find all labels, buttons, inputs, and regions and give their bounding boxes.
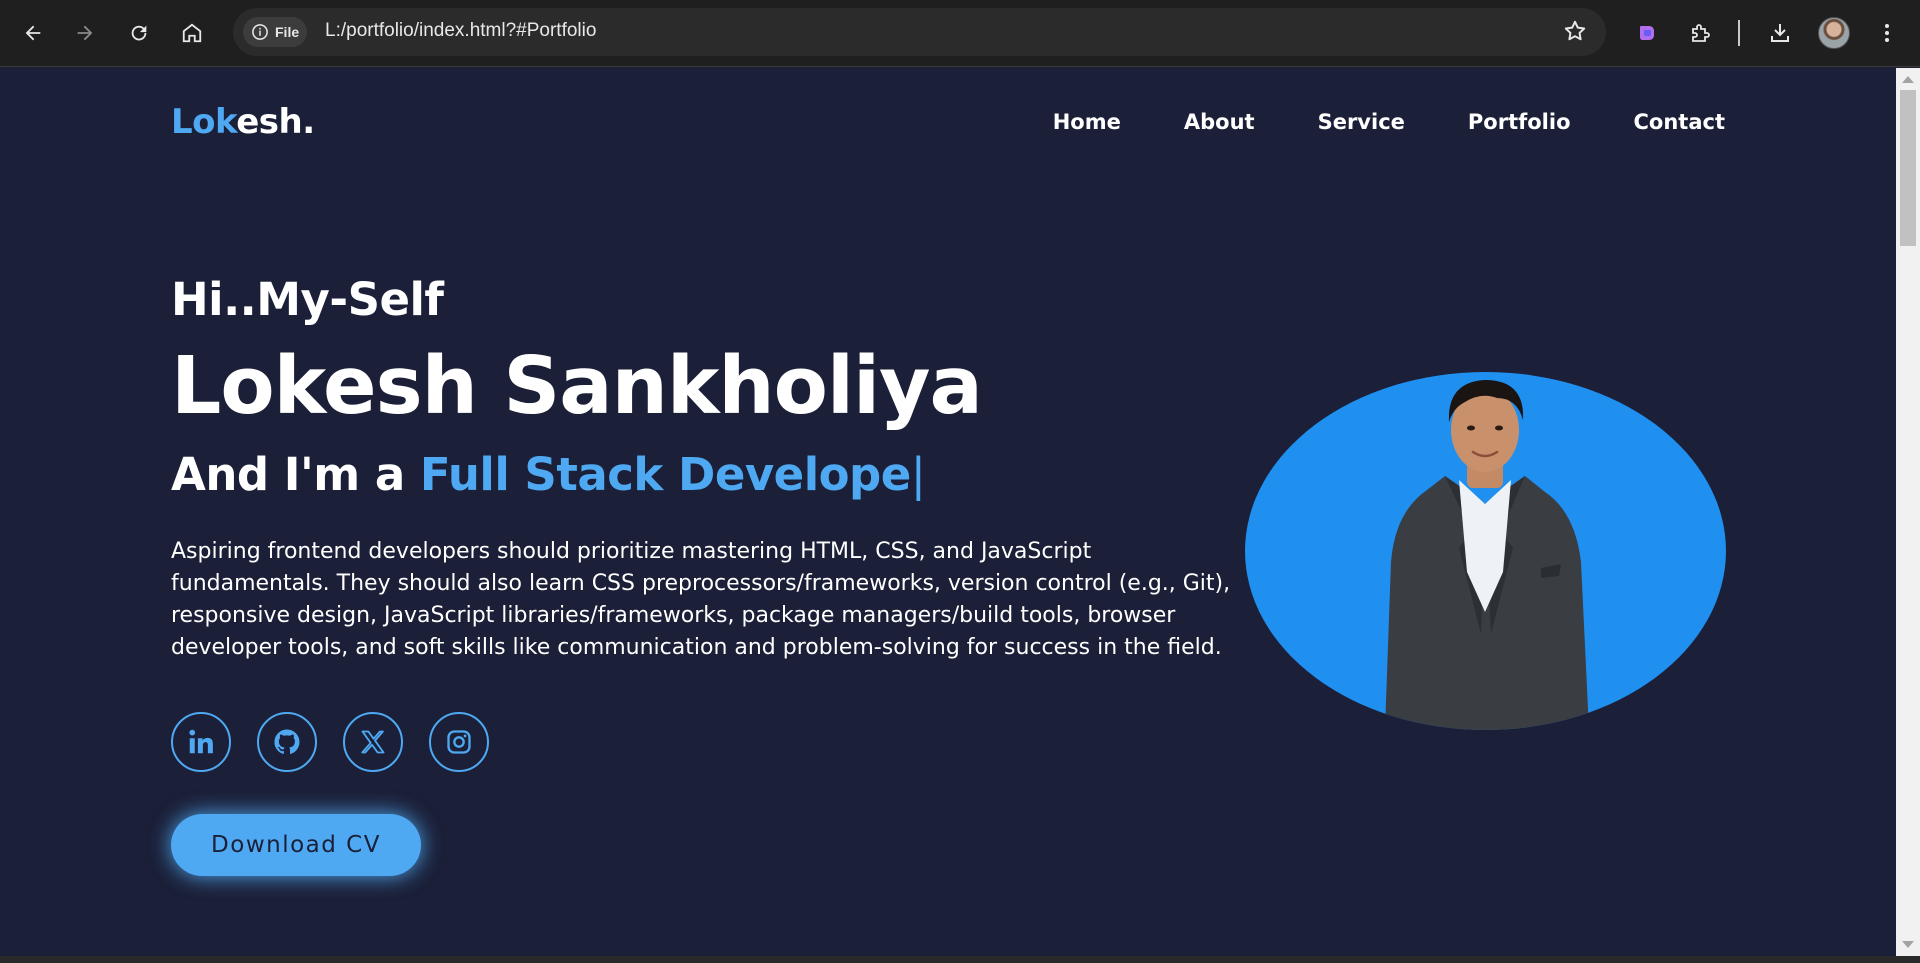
download-icon: [1771, 24, 1789, 42]
nav-service[interactable]: Service: [1318, 110, 1405, 134]
logo-accent: Lok: [171, 102, 237, 142]
instagram-icon: [447, 730, 471, 754]
site-chip-label: File: [275, 24, 300, 40]
more-menu-button[interactable]: [1868, 14, 1906, 52]
copilot-button[interactable]: [1628, 14, 1666, 52]
reload-icon: [131, 25, 147, 41]
forward-button[interactable]: [66, 14, 104, 52]
downloads-button[interactable]: [1761, 14, 1799, 52]
site-logo[interactable]: Lokesh.: [171, 102, 315, 142]
linkedin-link[interactable]: [171, 712, 231, 772]
reload-button[interactable]: [120, 14, 158, 52]
social-links: [171, 712, 489, 772]
person-portrait: [1385, 380, 1589, 730]
back-button[interactable]: [14, 14, 52, 52]
hero-description: Aspiring frontend developers should prio…: [171, 539, 1231, 660]
linkedin-icon: [189, 729, 213, 754]
role-typed-text: Full Stack Develope: [419, 448, 911, 501]
extensions-button[interactable]: [1681, 14, 1719, 52]
instagram-link[interactable]: [429, 712, 489, 772]
role-prefix: And I'm a: [171, 448, 420, 501]
nav-contact[interactable]: Contact: [1634, 110, 1726, 134]
bookmark-button[interactable]: [1562, 18, 1588, 44]
hero-role: And I'm a Full Stack Develope|: [171, 448, 926, 501]
nav-about[interactable]: About: [1184, 110, 1255, 134]
toolbar-divider: [1738, 20, 1740, 46]
typing-caret: |: [910, 448, 926, 501]
nav-portfolio[interactable]: Portfolio: [1468, 110, 1571, 134]
window-bottom-edge: [0, 956, 1920, 963]
profile-photo: [1245, 372, 1726, 730]
home-button[interactable]: [173, 14, 211, 52]
logo-rest: esh.: [236, 102, 315, 142]
back-icon: [25, 25, 41, 41]
x-twitter-icon: [361, 730, 385, 754]
site-info-chip[interactable]: File: [243, 17, 307, 47]
vertical-scrollbar[interactable]: [1896, 68, 1920, 956]
profile-avatar[interactable]: [1818, 17, 1850, 49]
home-icon: [182, 23, 202, 43]
address-bar[interactable]: File L:/portfolio/index.html?#Portfolio: [233, 8, 1606, 56]
extensions-icon: [1692, 24, 1710, 42]
main-nav: Home About Service Portfolio Contact: [1053, 110, 1725, 134]
x-twitter-link[interactable]: [343, 712, 403, 772]
portfolio-page: Lokesh. Home About Service Portfolio Con…: [0, 68, 1896, 956]
more-icon: [1885, 24, 1889, 42]
download-cv-button[interactable]: Download CV: [171, 814, 421, 876]
hero-greeting: Hi..My-Self: [171, 273, 444, 326]
star-icon: [1564, 20, 1586, 41]
url-text[interactable]: L:/portfolio/index.html?#Portfolio: [325, 20, 596, 42]
scroll-thumb[interactable]: [1900, 90, 1916, 246]
browser-toolbar: File L:/portfolio/index.html?#Portfolio: [0, 0, 1920, 67]
forward-icon: [77, 25, 93, 41]
copilot-icon: [1640, 26, 1654, 40]
scroll-down-arrow[interactable]: [1902, 941, 1914, 948]
info-icon: [252, 24, 268, 40]
nav-home[interactable]: Home: [1053, 110, 1121, 134]
hero-name: Lokesh Sankholiya: [171, 340, 983, 432]
github-icon: [274, 729, 300, 754]
scroll-up-arrow[interactable]: [1902, 76, 1914, 83]
github-link[interactable]: [257, 712, 317, 772]
